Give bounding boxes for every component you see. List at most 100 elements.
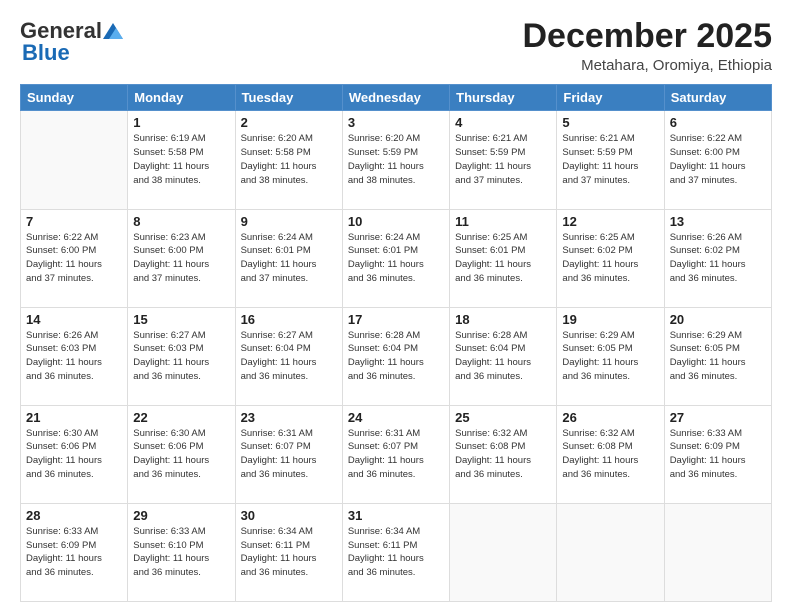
calendar-day-cell: 13 Sunrise: 6:26 AM Sunset: 6:02 PM Dayli… [664, 209, 771, 307]
day-number: 15 [133, 312, 229, 327]
calendar-day-cell: 8Sunrise: 6:23 AM Sunset: 6:00 PM Daylig… [128, 209, 235, 307]
calendar-day-cell: 15 Sunrise: 6:27 AM Sunset: 6:03 PM Dayli… [128, 307, 235, 405]
calendar-day-header: Monday [128, 85, 235, 111]
calendar-day-header: Sunday [21, 85, 128, 111]
day-number: 30 [241, 508, 337, 523]
calendar-day-cell [557, 503, 664, 601]
calendar-week-row: 7Sunrise: 6:22 AM Sunset: 6:00 PM Daylig… [21, 209, 772, 307]
calendar-day-cell: 26 Sunrise: 6:32 AM Sunset: 6:08 PM Dayli… [557, 405, 664, 503]
day-info: Sunrise: 6:32 AM Sunset: 6:08 PM Dayligh… [455, 427, 551, 482]
calendar-day-cell: 20 Sunrise: 6:29 AM Sunset: 6:05 PM Dayli… [664, 307, 771, 405]
calendar-day-cell: 9Sunrise: 6:24 AM Sunset: 6:01 PM Daylig… [235, 209, 342, 307]
day-number: 21 [26, 410, 122, 425]
location-title: Metahara, Oromiya, Ethiopia [522, 57, 772, 74]
calendar-day-cell: 2 Sunrise: 6:20 AM Sunset: 5:58 PM Daylig… [235, 111, 342, 209]
calendar-day-cell: 14Sunrise: 6:26 AM Sunset: 6:03 PM Dayli… [21, 307, 128, 405]
day-number: 12 [562, 214, 658, 229]
calendar-week-row: 1 Sunrise: 6:19 AM Sunset: 5:58 PM Daylig… [21, 111, 772, 209]
calendar-day-header: Tuesday [235, 85, 342, 111]
title-block: December 2025 Metahara, Oromiya, Ethiopi… [522, 18, 772, 74]
day-number: 25 [455, 410, 551, 425]
day-info: Sunrise: 6:19 AM Sunset: 5:58 PM Dayligh… [133, 132, 229, 187]
calendar-day-cell: 7Sunrise: 6:22 AM Sunset: 6:00 PM Daylig… [21, 209, 128, 307]
calendar-header-row: SundayMondayTuesdayWednesdayThursdayFrid… [21, 85, 772, 111]
calendar-day-header: Saturday [664, 85, 771, 111]
calendar-day-cell: 22 Sunrise: 6:30 AM Sunset: 6:06 PM Dayli… [128, 405, 235, 503]
calendar-day-cell: 27 Sunrise: 6:33 AM Sunset: 6:09 PM Dayli… [664, 405, 771, 503]
day-info: Sunrise: 6:31 AM Sunset: 6:07 PM Dayligh… [348, 427, 444, 482]
day-info: Sunrise: 6:21 AM Sunset: 5:59 PM Dayligh… [455, 132, 551, 187]
day-info: Sunrise: 6:21 AM Sunset: 5:59 PM Dayligh… [562, 132, 658, 187]
day-info: Sunrise: 6:27 AM Sunset: 6:04 PM Dayligh… [241, 329, 337, 384]
day-info: Sunrise: 6:29 AM Sunset: 6:05 PM Dayligh… [670, 329, 766, 384]
day-number: 28 [26, 508, 122, 523]
calendar-day-cell: 17 Sunrise: 6:28 AM Sunset: 6:04 PM Dayli… [342, 307, 449, 405]
day-info: Sunrise: 6:34 AM Sunset: 6:11 PM Dayligh… [241, 525, 337, 580]
day-number: 31 [348, 508, 444, 523]
day-info: Sunrise: 6:30 AM Sunset: 6:06 PM Dayligh… [26, 427, 122, 482]
day-number: 24 [348, 410, 444, 425]
day-number: 16 [241, 312, 337, 327]
calendar-day-cell: 16 Sunrise: 6:27 AM Sunset: 6:04 PM Dayli… [235, 307, 342, 405]
calendar-week-row: 28Sunrise: 6:33 AM Sunset: 6:09 PM Dayli… [21, 503, 772, 601]
calendar-day-cell: 10Sunrise: 6:24 AM Sunset: 6:01 PM Dayli… [342, 209, 449, 307]
day-number: 19 [562, 312, 658, 327]
calendar-day-header: Friday [557, 85, 664, 111]
day-info: Sunrise: 6:25 AM Sunset: 6:01 PM Dayligh… [455, 231, 551, 286]
day-info: Sunrise: 6:32 AM Sunset: 6:08 PM Dayligh… [562, 427, 658, 482]
calendar-day-cell: 19 Sunrise: 6:29 AM Sunset: 6:05 PM Dayli… [557, 307, 664, 405]
day-number: 18 [455, 312, 551, 327]
day-info: Sunrise: 6:26 AM Sunset: 6:02 PM Dayligh… [670, 231, 766, 286]
calendar-day-cell: 30 Sunrise: 6:34 AM Sunset: 6:11 PM Dayli… [235, 503, 342, 601]
day-info: Sunrise: 6:27 AM Sunset: 6:03 PM Dayligh… [133, 329, 229, 384]
day-number: 13 [670, 214, 766, 229]
day-info: Sunrise: 6:34 AM Sunset: 6:11 PM Dayligh… [348, 525, 444, 580]
day-info: Sunrise: 6:20 AM Sunset: 5:59 PM Dayligh… [348, 132, 444, 187]
calendar-day-cell: 12 Sunrise: 6:25 AM Sunset: 6:02 PM Dayli… [557, 209, 664, 307]
calendar-day-cell: 18Sunrise: 6:28 AM Sunset: 6:04 PM Dayli… [450, 307, 557, 405]
calendar-day-cell: 24 Sunrise: 6:31 AM Sunset: 6:07 PM Dayli… [342, 405, 449, 503]
calendar-day-cell [450, 503, 557, 601]
calendar-day-header: Thursday [450, 85, 557, 111]
calendar-day-cell [664, 503, 771, 601]
calendar-day-cell: 6 Sunrise: 6:22 AM Sunset: 6:00 PM Daylig… [664, 111, 771, 209]
day-number: 11 [455, 214, 551, 229]
header: General Blue December 2025 Metahara, Oro… [20, 18, 772, 74]
page: General Blue December 2025 Metahara, Oro… [0, 0, 792, 612]
day-number: 17 [348, 312, 444, 327]
day-info: Sunrise: 6:30 AM Sunset: 6:06 PM Dayligh… [133, 427, 229, 482]
calendar-day-cell: 11 Sunrise: 6:25 AM Sunset: 6:01 PM Dayli… [450, 209, 557, 307]
calendar-week-row: 14Sunrise: 6:26 AM Sunset: 6:03 PM Dayli… [21, 307, 772, 405]
day-number: 23 [241, 410, 337, 425]
day-number: 27 [670, 410, 766, 425]
calendar-day-cell: 5Sunrise: 6:21 AM Sunset: 5:59 PM Daylig… [557, 111, 664, 209]
day-info: Sunrise: 6:25 AM Sunset: 6:02 PM Dayligh… [562, 231, 658, 286]
day-number: 8 [133, 214, 229, 229]
day-info: Sunrise: 6:20 AM Sunset: 5:58 PM Dayligh… [241, 132, 337, 187]
day-number: 29 [133, 508, 229, 523]
day-number: 20 [670, 312, 766, 327]
day-number: 22 [133, 410, 229, 425]
day-info: Sunrise: 6:33 AM Sunset: 6:10 PM Dayligh… [133, 525, 229, 580]
day-info: Sunrise: 6:24 AM Sunset: 6:01 PM Dayligh… [348, 231, 444, 286]
month-title: December 2025 [522, 18, 772, 55]
calendar-day-cell: 25 Sunrise: 6:32 AM Sunset: 6:08 PM Dayli… [450, 405, 557, 503]
logo: General Blue [20, 18, 124, 66]
day-info: Sunrise: 6:28 AM Sunset: 6:04 PM Dayligh… [348, 329, 444, 384]
day-info: Sunrise: 6:22 AM Sunset: 6:00 PM Dayligh… [670, 132, 766, 187]
day-number: 26 [562, 410, 658, 425]
day-info: Sunrise: 6:31 AM Sunset: 6:07 PM Dayligh… [241, 427, 337, 482]
calendar-day-cell: 28Sunrise: 6:33 AM Sunset: 6:09 PM Dayli… [21, 503, 128, 601]
day-number: 7 [26, 214, 122, 229]
day-number: 6 [670, 115, 766, 130]
calendar-day-cell: 4 Sunrise: 6:21 AM Sunset: 5:59 PM Daylig… [450, 111, 557, 209]
day-number: 2 [241, 115, 337, 130]
calendar-day-cell: 31 Sunrise: 6:34 AM Sunset: 6:11 PM Dayli… [342, 503, 449, 601]
calendar-table: SundayMondayTuesdayWednesdayThursdayFrid… [20, 84, 772, 602]
day-info: Sunrise: 6:29 AM Sunset: 6:05 PM Dayligh… [562, 329, 658, 384]
day-info: Sunrise: 6:33 AM Sunset: 6:09 PM Dayligh… [670, 427, 766, 482]
day-number: 4 [455, 115, 551, 130]
logo-icon [103, 23, 123, 39]
day-number: 1 [133, 115, 229, 130]
calendar-day-cell: 29 Sunrise: 6:33 AM Sunset: 6:10 PM Dayli… [128, 503, 235, 601]
